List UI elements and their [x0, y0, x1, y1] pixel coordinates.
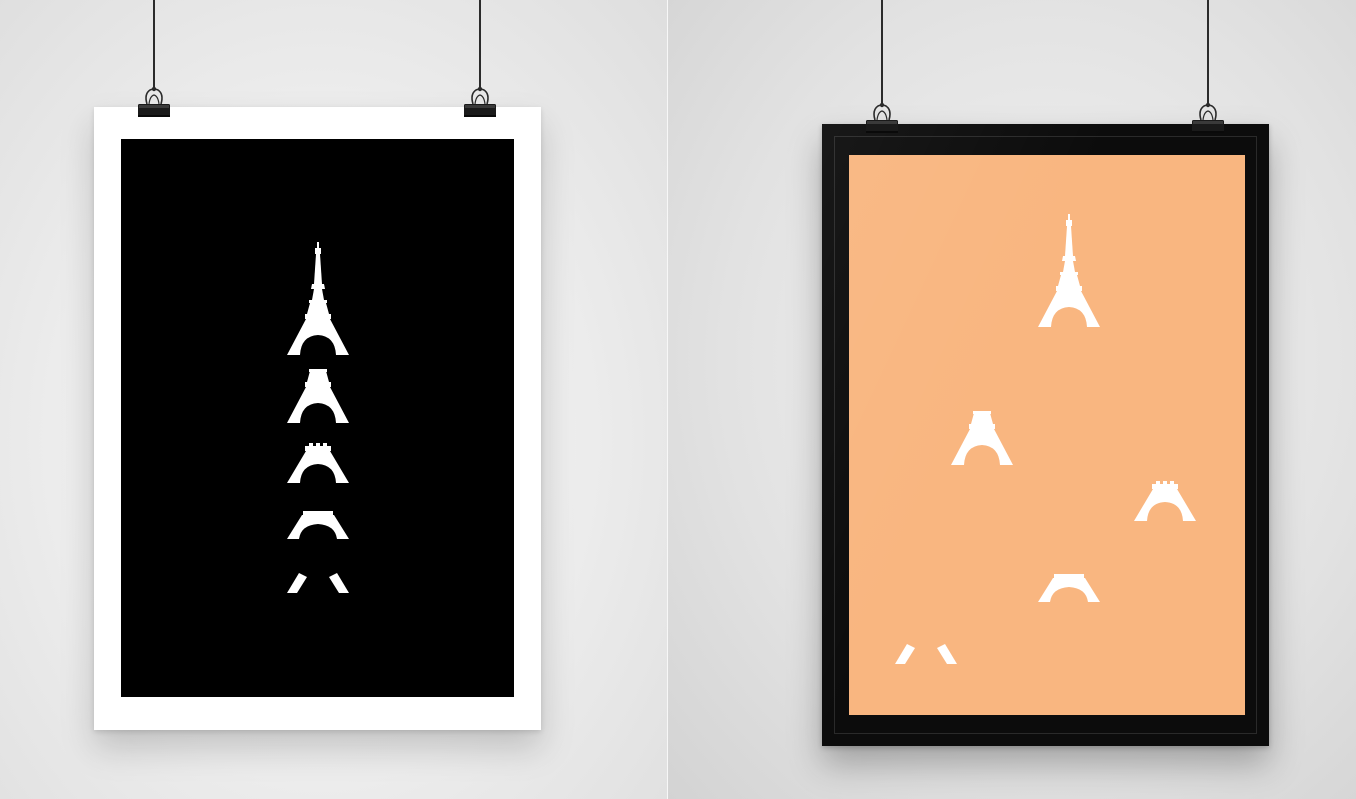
- tower-full-icon: [287, 242, 349, 355]
- hanging-wire: [881, 0, 883, 104]
- hanging-wire: [479, 0, 481, 88]
- tower-full-icon: [1038, 214, 1100, 327]
- tower-feet-icon: [287, 573, 349, 593]
- tower-base-arch-icon: [1038, 574, 1100, 602]
- tower-feet-icon: [895, 644, 957, 664]
- hanging-wire: [153, 0, 155, 88]
- binder-clip-icon: [136, 80, 172, 120]
- hanging-wire: [1207, 0, 1209, 104]
- right-scene: [668, 0, 1356, 799]
- tower-lower-two-levels-icon: [287, 369, 349, 423]
- eiffel-tower-scatter: [895, 214, 1196, 664]
- tower-lower-mid-icon: [287, 443, 349, 483]
- white-framed-poster: [94, 107, 541, 730]
- poster-artwork: [121, 139, 514, 697]
- tower-lower-mid-icon: [1134, 481, 1196, 521]
- tower-lower-two-levels-icon: [951, 411, 1013, 465]
- left-scene: [0, 0, 668, 799]
- black-framed-poster: [822, 124, 1269, 746]
- tower-base-arch-icon: [287, 511, 349, 539]
- binder-clip-icon: [1190, 96, 1226, 136]
- poster-artwork: [849, 155, 1245, 715]
- binder-clip-icon: [864, 96, 900, 136]
- binder-clip-icon: [462, 80, 498, 120]
- eiffel-tower-sequence: [287, 242, 349, 593]
